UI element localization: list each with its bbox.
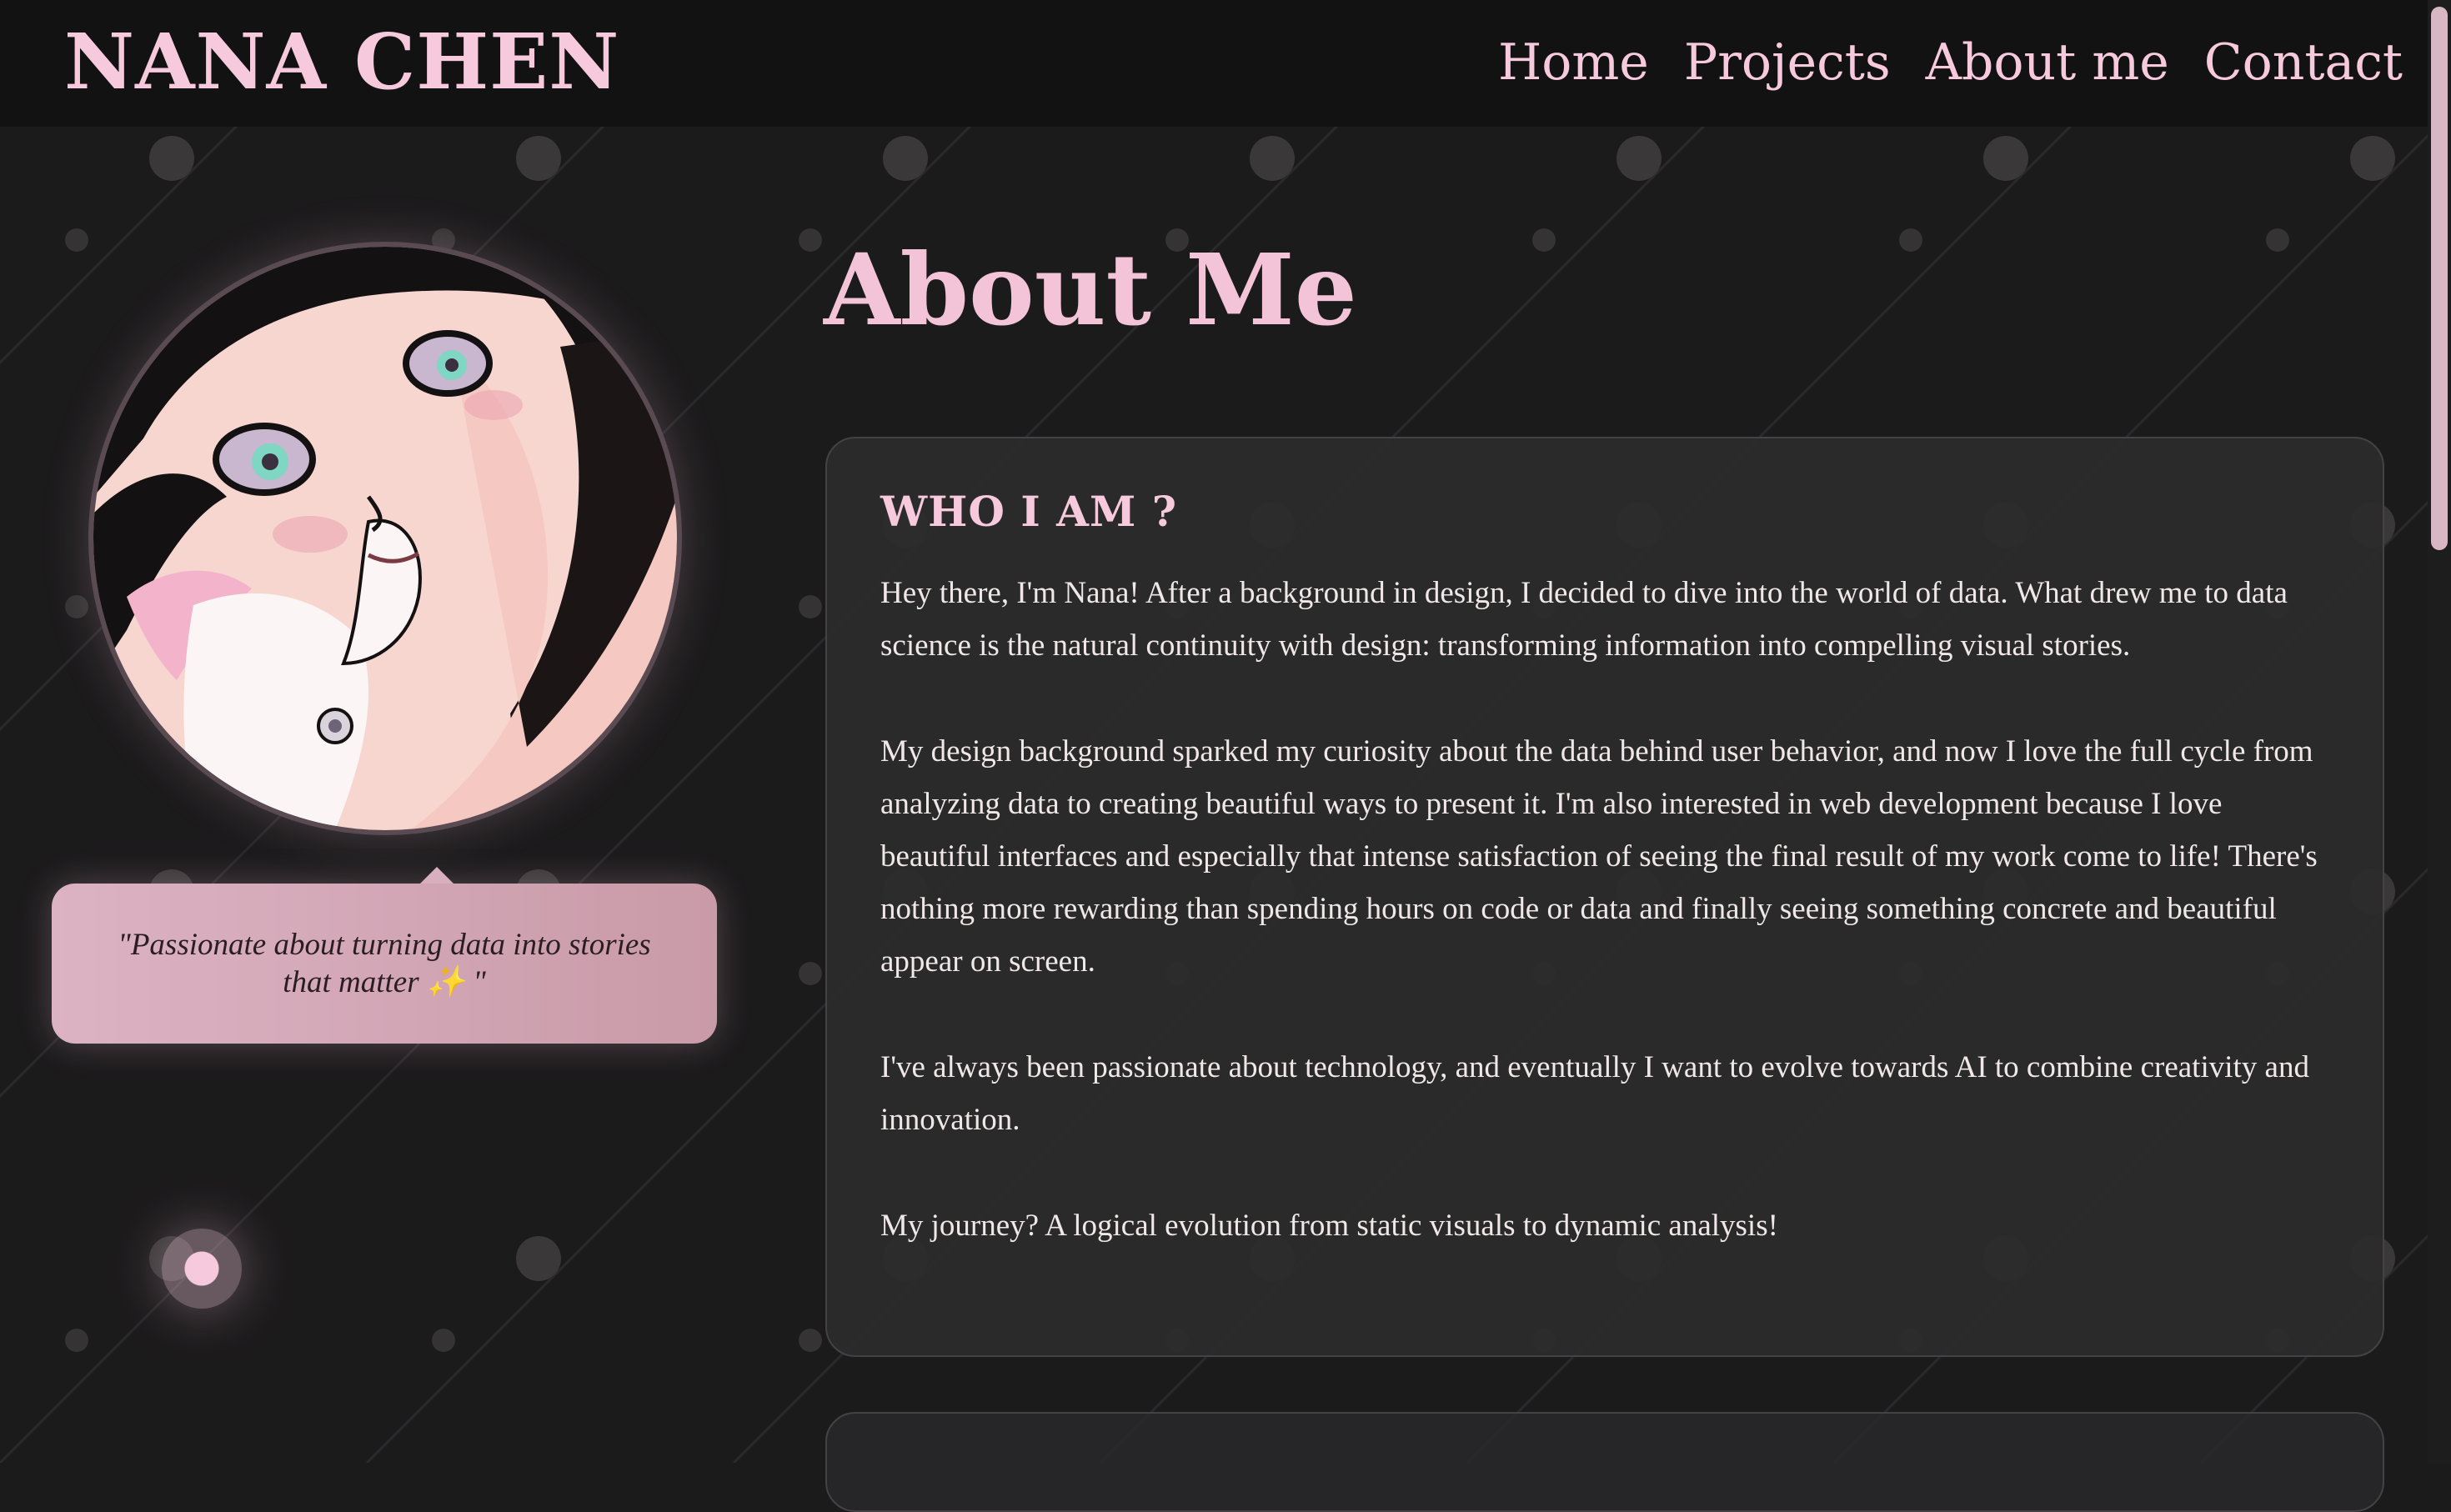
about-paragraph-1: Hey there, I'm Nana! After a background … xyxy=(880,576,2288,663)
nav-about[interactable]: About me xyxy=(1926,25,2169,100)
bg-dot-small xyxy=(1532,228,1556,252)
scroll-thumb[interactable] xyxy=(2431,7,2448,550)
quote-text: "Passionate about turning data into stor… xyxy=(118,928,651,999)
bg-dot xyxy=(2350,136,2395,181)
bg-dot-small xyxy=(799,962,822,985)
bg-dot-small xyxy=(65,595,88,618)
avatar xyxy=(93,247,677,830)
about-paragraph-3: I've always been passionate about techno… xyxy=(880,1050,2309,1137)
bg-dot xyxy=(1250,136,1295,181)
bg-dot xyxy=(516,1236,561,1281)
bg-dot-small xyxy=(799,1329,822,1352)
scrollbar[interactable] xyxy=(2428,0,2451,1463)
bg-dot-small xyxy=(799,595,822,618)
nav-projects[interactable]: Projects xyxy=(1684,25,1891,100)
quote-bubble: "Passionate about turning data into stor… xyxy=(52,867,717,1044)
bg-dot xyxy=(883,136,928,181)
page-title: About Me xyxy=(824,232,1357,348)
bg-dot xyxy=(516,136,561,181)
site-header: NANA CHEN Home Projects About me Contact xyxy=(0,0,2451,127)
next-card xyxy=(825,1412,2384,1512)
about-paragraph-2: My design background sparked my curiosit… xyxy=(880,734,2318,979)
about-paragraph-4: My journey? A logical evolution from sta… xyxy=(880,1209,1778,1243)
sparkle-icon: ✨ xyxy=(426,965,465,999)
bg-dot xyxy=(1983,136,2028,181)
bg-dot-small xyxy=(432,228,455,252)
bg-dot xyxy=(1616,136,1662,181)
bg-dot-small xyxy=(65,1329,88,1352)
bg-dot-small xyxy=(1899,228,1922,252)
bg-dot-small xyxy=(799,228,822,252)
site-logo[interactable]: NANA CHEN xyxy=(64,12,619,112)
bg-dot-small xyxy=(2266,228,2289,252)
about-card: WHO I AM ? Hey there, I'm Nana! After a … xyxy=(825,437,2384,1357)
bg-dot xyxy=(149,136,194,181)
card-heading: WHO I AM ? xyxy=(880,487,1177,536)
bg-dot-small xyxy=(432,1329,455,1352)
bg-dot-small xyxy=(65,228,88,252)
nav-contact[interactable]: Contact xyxy=(2204,25,2403,100)
glow-dot-decoration xyxy=(162,1229,242,1309)
nav-home[interactable]: Home xyxy=(1498,25,1649,100)
main-nav: Home Projects About me Contact xyxy=(1498,25,2403,100)
